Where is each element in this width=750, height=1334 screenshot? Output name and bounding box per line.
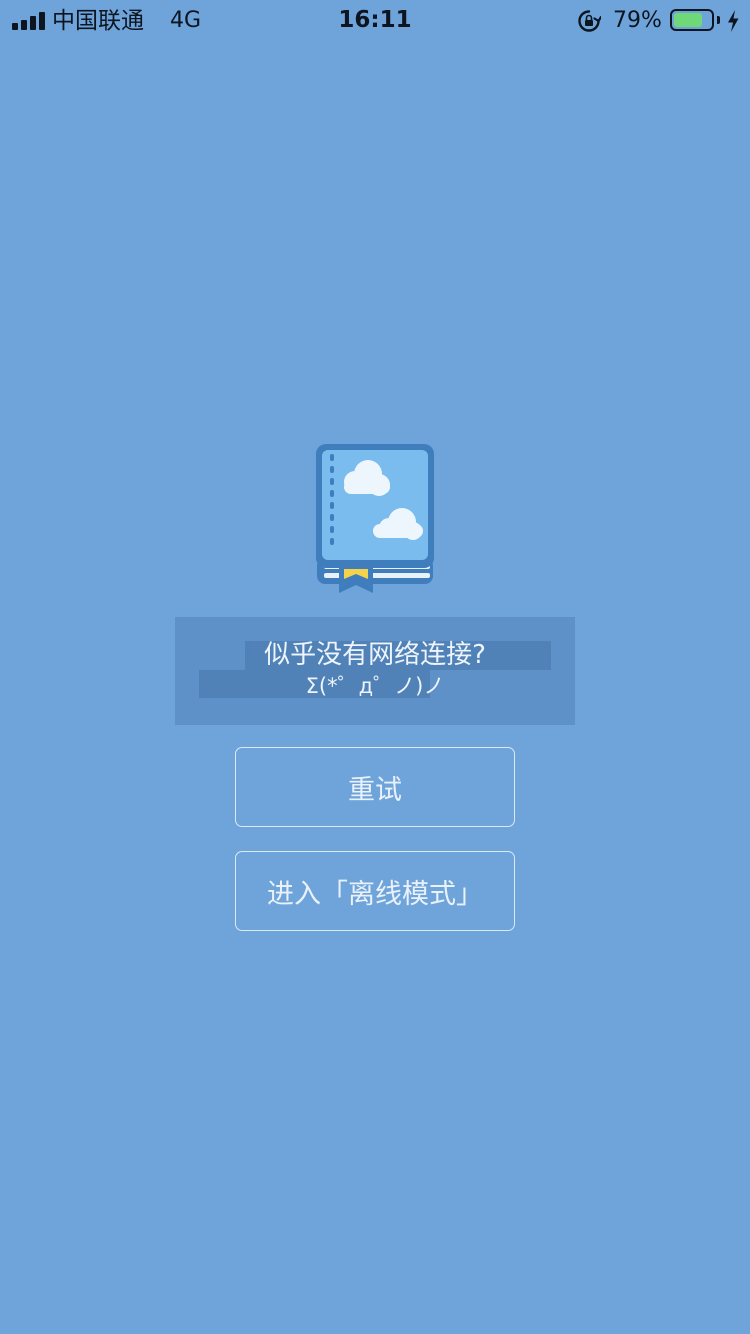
rotation-lock-icon xyxy=(578,10,601,32)
battery-level-fill xyxy=(674,13,703,27)
offline-mode-button[interactable]: 进入「离线模式」 xyxy=(235,851,515,931)
book-with-clouds-icon xyxy=(316,444,434,593)
battery-cap xyxy=(717,16,720,24)
battery-icon xyxy=(670,9,714,31)
charging-bolt-icon xyxy=(728,10,739,32)
battery-percent: 79% xyxy=(613,8,662,33)
no-network-message: 似乎没有网络连接? xyxy=(264,640,486,670)
screen: 中国联通 4G 16:11 79% 似乎没有网络连接? Σ(*゜д゜ノ)ノ 重试… xyxy=(0,0,750,1334)
retry-button[interactable]: 重试 xyxy=(235,747,515,827)
kaomoji-text: Σ(*゜д゜ノ)ノ xyxy=(305,674,445,698)
status-bar: 中国联通 4G 16:11 79% xyxy=(0,0,750,42)
